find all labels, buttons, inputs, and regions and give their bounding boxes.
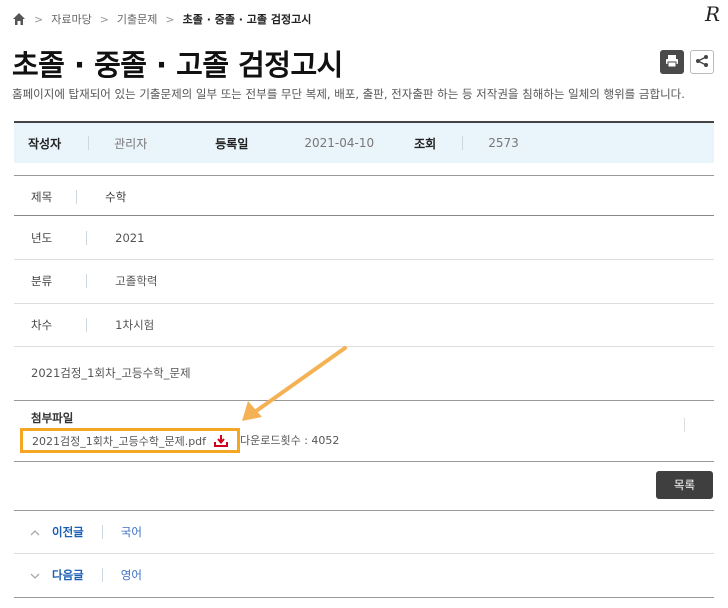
divider: [86, 318, 88, 332]
divider: [14, 597, 714, 598]
prev-post-row[interactable]: 이전글 국어: [14, 511, 714, 553]
chevron-up-icon: [30, 525, 42, 539]
date-value: 2021-04-10: [304, 136, 375, 150]
chevron-right-icon: >: [165, 12, 175, 26]
annotation-arrow: [242, 346, 347, 421]
divider: [88, 136, 90, 150]
divider: [14, 400, 714, 401]
chevron-right-icon: >: [34, 12, 44, 26]
author-label: 작성자: [28, 136, 62, 151]
divider: [684, 418, 685, 432]
content-text: 2021검정_1회차_고등수학_문제: [31, 366, 191, 380]
divider: [86, 231, 88, 245]
subject-row: 제목 수학: [14, 181, 714, 213]
home-icon[interactable]: [12, 12, 26, 26]
prev-post-link[interactable]: 국어: [121, 524, 142, 540]
divider: [14, 346, 714, 347]
download-count: 다운로드횟수 : 4052: [240, 434, 340, 447]
category-value: 고졸학력: [115, 274, 158, 288]
divider: [14, 461, 714, 462]
round-label: 차수: [31, 318, 53, 332]
field-row-category: 분류 고졸학력: [14, 260, 714, 302]
divider: [462, 136, 464, 150]
share-button[interactable]: [690, 50, 714, 74]
logo: R: [704, 2, 720, 26]
next-post-link[interactable]: 영어: [121, 567, 142, 583]
divider: [14, 215, 714, 216]
subject-value: 수학: [105, 190, 127, 204]
field-row-round: 차수 1차시험: [14, 304, 714, 346]
chevron-right-icon: >: [99, 12, 109, 26]
next-label: 다음글: [52, 568, 84, 582]
breadcrumb-item-archive[interactable]: 자료마당: [51, 11, 91, 27]
share-icon: [695, 53, 709, 72]
category-label: 분류: [31, 274, 53, 288]
author-value: 관리자: [114, 136, 148, 151]
page-title: 초졸 · 중졸 · 고졸 검정고시: [12, 48, 343, 82]
list-button[interactable]: 목록: [656, 471, 713, 499]
breadcrumb: > 자료마당 > 기출문제 > 초졸 · 중졸 · 고졸 검정고시: [12, 10, 311, 28]
views-value: 2573: [488, 136, 519, 150]
prev-label: 이전글: [52, 525, 84, 539]
divider: [14, 175, 714, 176]
divider: [101, 568, 103, 582]
attachment-file-name[interactable]: 2021검정_1회차_고등수학_문제.pdf: [32, 433, 206, 449]
year-value: 2021: [115, 231, 145, 245]
views-label: 조회: [414, 136, 437, 151]
field-row-year: 년도 2021: [14, 218, 714, 258]
next-post-row[interactable]: 다음글 영어: [14, 554, 714, 596]
round-value: 1차시험: [115, 318, 155, 332]
divider: [76, 190, 78, 204]
attachment-file-link[interactable]: 2021검정_1회차_고등수학_문제.pdf: [20, 428, 240, 453]
printer-icon: [665, 53, 679, 72]
year-label: 년도: [31, 231, 53, 245]
post-meta: 작성자 관리자 등록일 2021-04-10 조회 2573: [14, 121, 714, 163]
attachment-label: 첨부파일: [31, 411, 74, 425]
date-label: 등록일: [215, 136, 249, 151]
breadcrumb-current: 초졸 · 중졸 · 고졸 검정고시: [182, 13, 312, 26]
copyright-notice: 홈페이지에 탑재되어 있는 기출문제의 일부 또는 전부를 무단 복제, 배포,…: [12, 87, 685, 101]
chevron-down-icon: [30, 568, 42, 582]
divider: [101, 525, 103, 539]
post-content: 2021검정_1회차_고등수학_문제: [14, 358, 714, 388]
print-button[interactable]: [660, 50, 684, 74]
divider: [86, 274, 88, 288]
breadcrumb-item-past-exams[interactable]: 기출문제: [117, 11, 157, 27]
subject-label: 제목: [31, 190, 53, 204]
download-icon[interactable]: [213, 434, 229, 448]
